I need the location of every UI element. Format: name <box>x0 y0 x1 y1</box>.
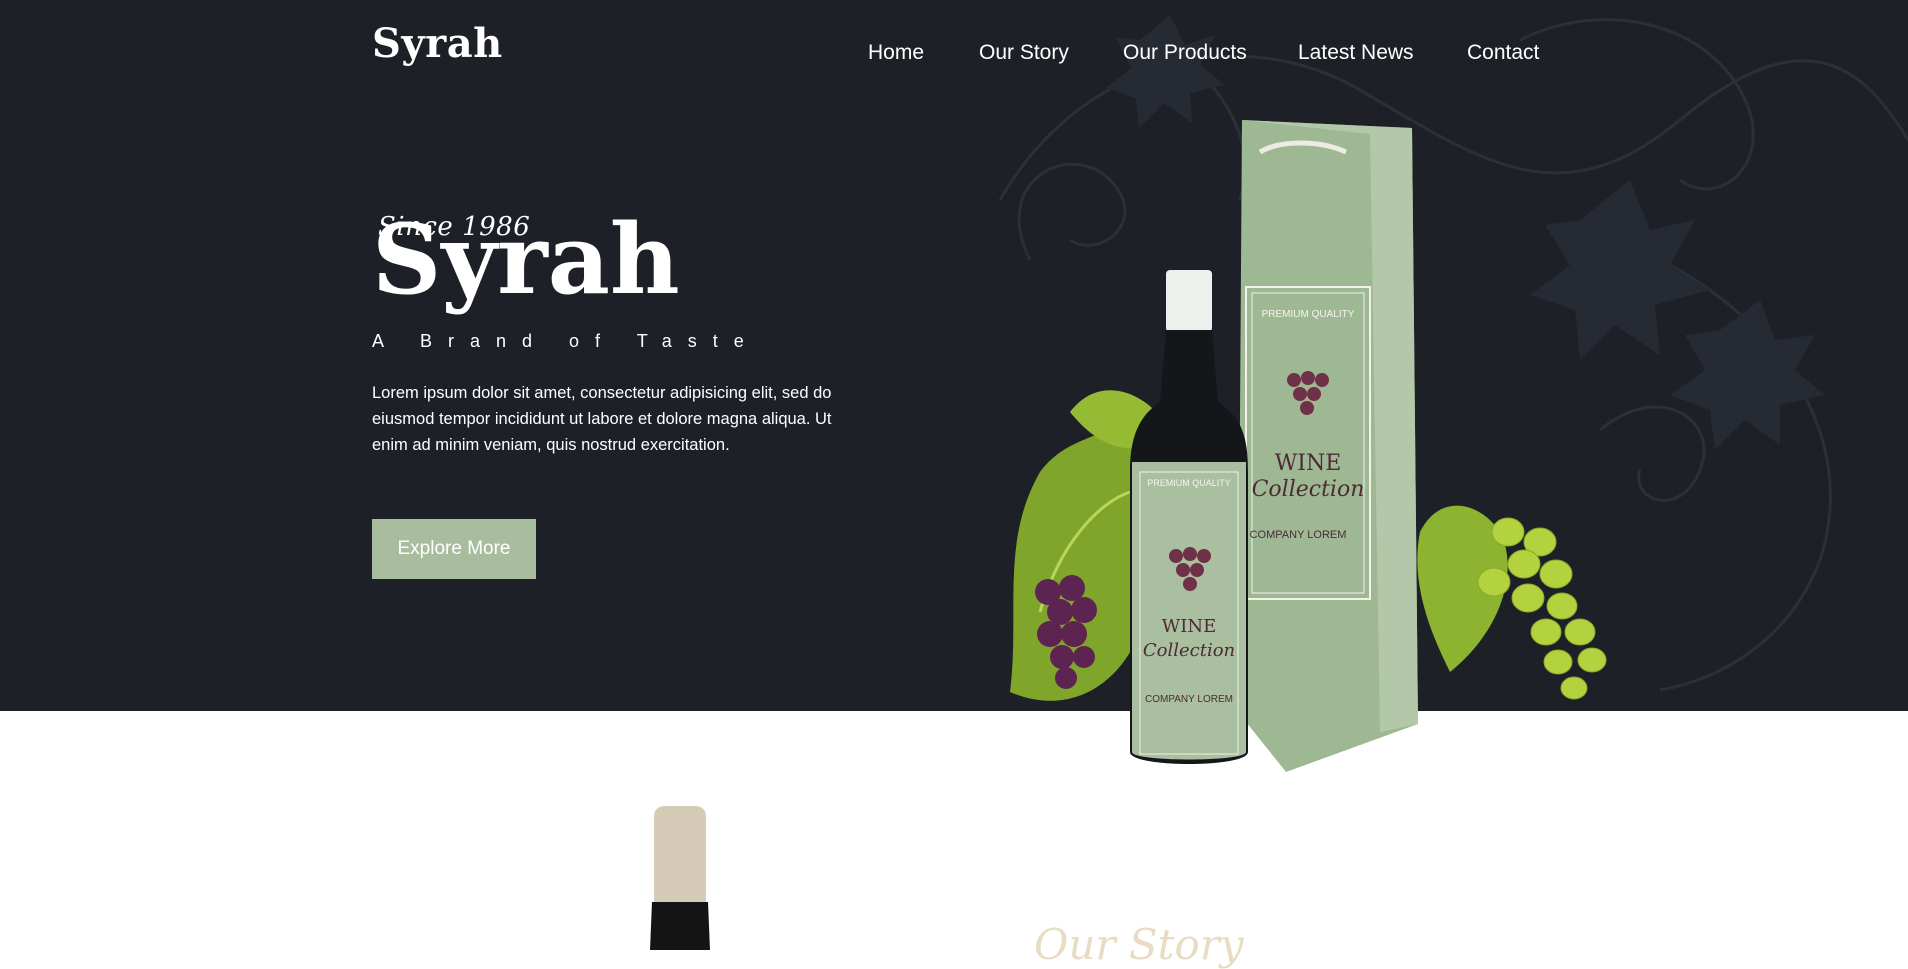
nav-home[interactable]: Home <box>868 41 924 65</box>
bag-collection-label: Collection <box>1252 477 1365 502</box>
hero-description: Lorem ipsum dolor sit amet, consectetur … <box>372 384 832 454</box>
nav-latest-news[interactable]: Latest News <box>1298 41 1414 65</box>
bottle-company-label: COMPANY LOREM <box>1145 694 1233 705</box>
section-heading-partial: Our Story <box>1034 920 1244 969</box>
explore-more-button[interactable]: Explore More <box>372 519 536 579</box>
nav-our-products[interactable]: Our Products <box>1123 41 1247 65</box>
bag-premium-label: PREMIUM QUALITY <box>1262 309 1355 320</box>
bag-wine-label: WINE <box>1275 451 1342 476</box>
nav-our-story[interactable]: Our Story <box>979 41 1069 65</box>
wine-bottle-icon: PREMIUM QUALITY WINE Collection COMPANY … <box>1130 270 1248 764</box>
hero-tagline: A Brand of Taste <box>372 331 760 351</box>
nav-contact[interactable]: Contact <box>1467 41 1539 65</box>
wine-bottle-preview-icon <box>650 806 710 950</box>
main-nav: Home Our Story Our Products Latest News … <box>0 41 1908 71</box>
since-year: Since 1986 <box>378 212 531 242</box>
bottle-premium-label: PREMIUM QUALITY <box>1147 478 1231 488</box>
wine-product-image: PREMIUM QUALITY WINE Collection COMPANY … <box>1010 120 1607 772</box>
bottle-wine-label: WINE <box>1162 616 1217 637</box>
wine-gift-bag-icon: PREMIUM QUALITY WINE Collection COMPANY … <box>1238 120 1418 772</box>
bottle-collection-label: Collection <box>1143 640 1235 661</box>
bag-company-label: COMPANY LOREM <box>1250 529 1347 541</box>
